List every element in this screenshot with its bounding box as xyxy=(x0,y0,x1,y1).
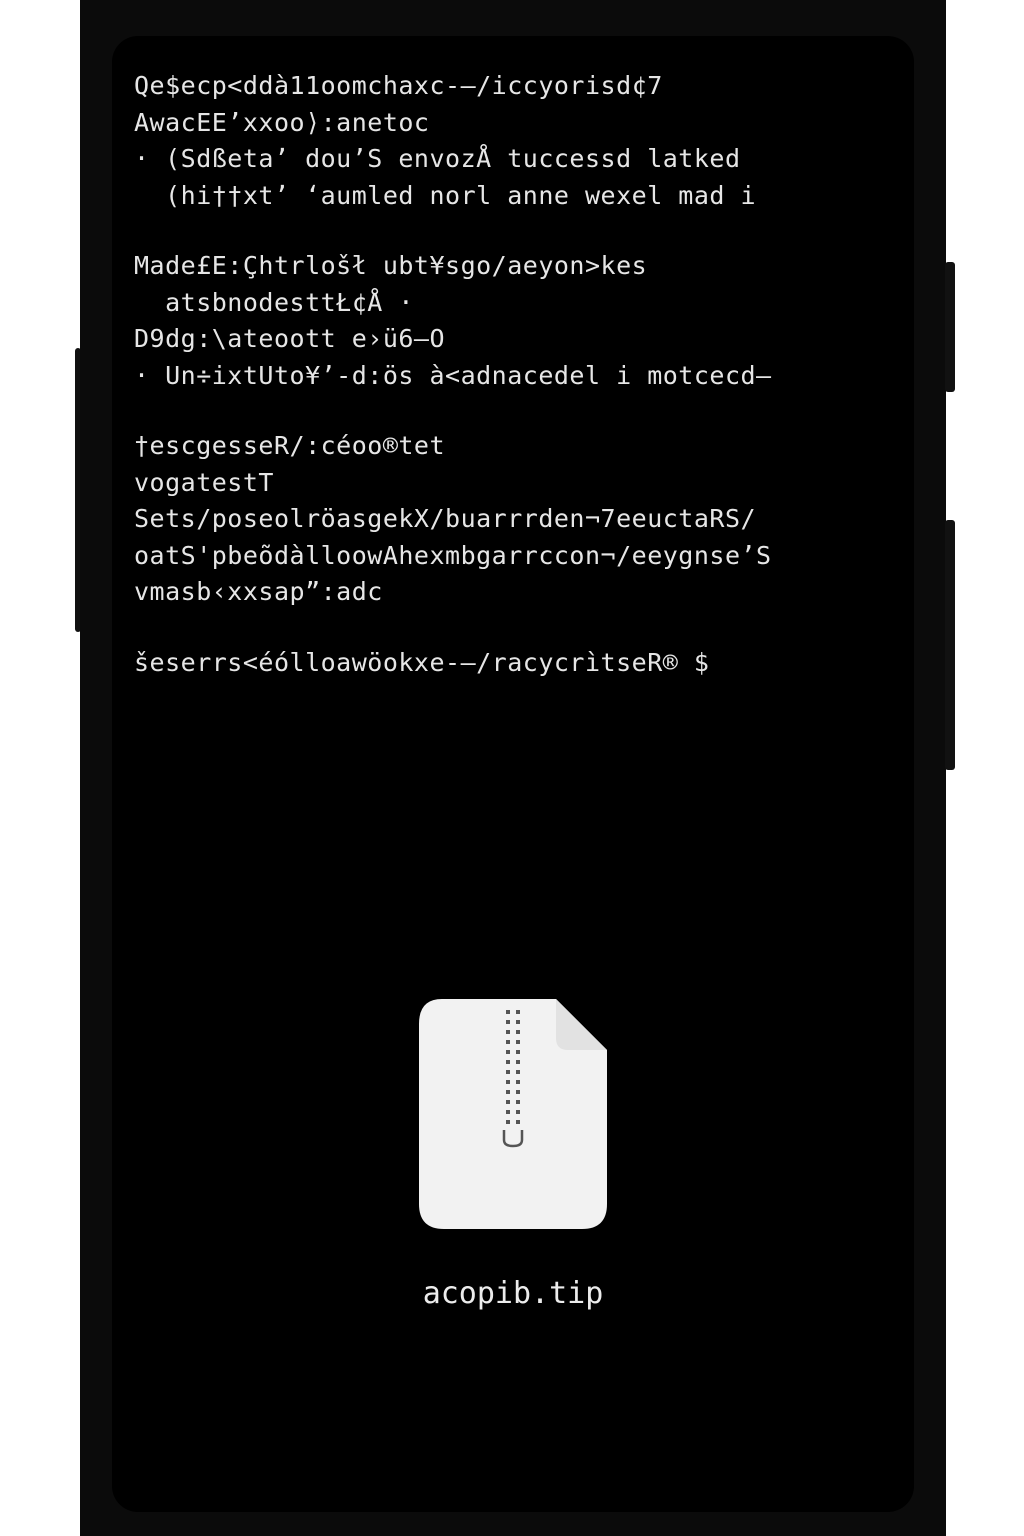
terminal-prompt[interactable]: šeserrs<éólloawöokxe-–/racycrìtseR® $ xyxy=(134,645,904,682)
terminal-line: vmasb‹xxsap”:adc xyxy=(134,577,383,606)
file-name-label[interactable]: acopib.tip xyxy=(418,1276,608,1311)
terminal-line: vogatestT xyxy=(134,467,274,497)
phone-screen: Qe$ecp<ddà11oomchaxc-–/iccyorisd¢7 AwacE… xyxy=(112,36,914,1512)
terminal-line: Made£E:Çhtrlošł ubt¥sgo/aeyon>kes xyxy=(134,251,648,280)
terminal-line: AwacEE’xxoo⟩:anetoc xyxy=(134,107,430,137)
terminal-line: · Un÷ixtUto¥’-d:ös à<adnacedel i motcecd… xyxy=(134,360,772,390)
terminal-line: D9dg:\ateoott e›ü6–O xyxy=(134,324,446,353)
terminal-line: atsbnodesttŁ¢Å · xyxy=(134,287,414,317)
volume-button xyxy=(945,520,955,770)
zip-file-item[interactable]: acopib.tip xyxy=(418,998,608,1311)
power-button xyxy=(945,262,955,392)
terminal-line: Qe$ecp<ddà11oomchaxc-–/iccyorisd¢7 xyxy=(134,71,663,100)
terminal-output: Qe$ecp<ddà11oomchaxc-–/iccyorisd¢7 AwacE… xyxy=(134,68,904,681)
terminal-line: · (Sdßetaʼ dou’S envozÅ tuccessd latked xyxy=(134,144,741,173)
zip-file-icon[interactable] xyxy=(418,998,608,1230)
terminal-line: †escgesseR/:céoo®tet xyxy=(134,431,446,460)
terminal-line: (hi††xtʼ ʻaumled norl anne wexel mad i xyxy=(134,180,757,210)
terminal-line: Sets/poseolröasgekX/buarrrden¬7eeuctaRS/ xyxy=(134,504,757,533)
terminal-line: oatS'pbeõdàlloowAhexmbgarrccon¬/eeygnse’… xyxy=(134,540,772,570)
